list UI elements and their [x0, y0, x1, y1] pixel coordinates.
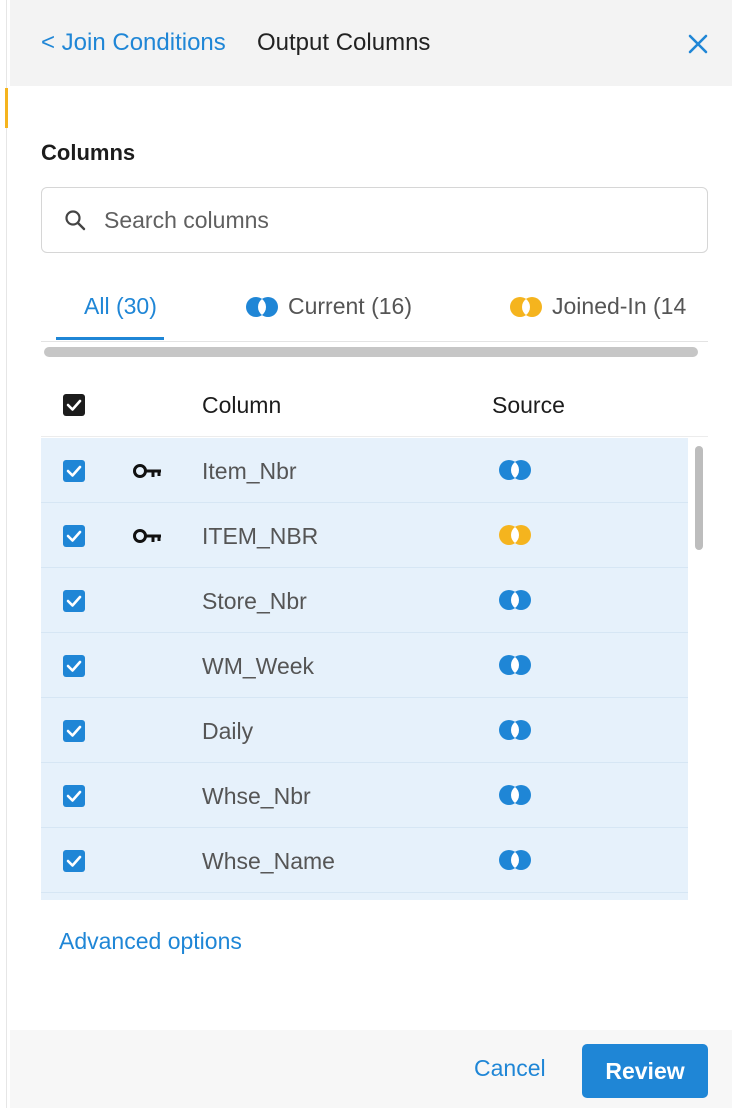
column-header: Column — [202, 392, 282, 418]
current-source-icon — [499, 655, 531, 675]
column-list: Item_Nbr ITEM_NBR Store_Nbr WM_Week Daily Whs… — [41, 438, 688, 900]
checkbox-checked-icon — [63, 785, 85, 807]
search-columns-input[interactable] — [102, 205, 666, 235]
checkbox-checked-icon — [63, 720, 85, 742]
review-button[interactable]: Review — [582, 1044, 708, 1098]
table-row[interactable]: Whse_Nbr — [41, 763, 688, 828]
row-source-indicator — [497, 588, 533, 617]
active-tab-underline — [56, 337, 164, 340]
row-source-indicator — [497, 458, 533, 487]
checkbox-checked-icon — [63, 850, 85, 872]
columns-section-label: Columns — [41, 140, 136, 165]
column-name: Whse_Name — [202, 848, 335, 874]
column-name: ITEM_NBR — [202, 523, 319, 549]
row-checkbox[interactable] — [63, 785, 85, 812]
back-to-join-conditions-link[interactable]: < Join Conditions — [41, 29, 226, 57]
current-source-icon — [499, 850, 531, 870]
search-icon — [65, 210, 86, 231]
row-checkbox[interactable] — [63, 720, 85, 747]
row-checkbox[interactable] — [63, 655, 85, 682]
joined-source-icon — [510, 296, 542, 317]
current-source-icon — [499, 590, 531, 610]
current-source-icon — [499, 720, 531, 740]
output-columns-panel: < Join Conditions Output Columns Columns… — [10, 0, 732, 1108]
current-source-icon — [499, 785, 531, 805]
panel-title: Output Columns — [257, 29, 431, 56]
column-name: Whse_Nbr — [202, 783, 311, 809]
search-box[interactable] — [41, 187, 708, 253]
cancel-button[interactable]: Cancel — [474, 1055, 546, 1082]
row-source-indicator — [497, 523, 533, 552]
row-source-indicator — [497, 653, 533, 682]
tabs-horizontal-scrollbar[interactable] — [44, 347, 698, 357]
row-checkbox[interactable] — [63, 850, 85, 877]
row-checkbox[interactable] — [63, 460, 85, 487]
column-name: Item_Nbr — [202, 458, 297, 484]
key-icon — [133, 529, 161, 543]
table-row[interactable]: Store_Nbr — [41, 568, 688, 633]
tab-all-label: All (30) — [84, 293, 157, 319]
checkbox-checked-icon — [63, 394, 85, 416]
tab-all[interactable]: All (30) — [84, 293, 157, 320]
left-edge — [0, 0, 10, 1108]
tab-joined-in-label: Joined-In (14 — [552, 293, 687, 319]
edge-line — [6, 0, 7, 1108]
source-header: Source — [492, 392, 565, 418]
table-row[interactable]: ITEM_NBR — [41, 503, 688, 568]
source-filter-tabs: All (30) Current (16) Joined-In (14 — [41, 287, 708, 342]
panel-header: < Join Conditions Output Columns — [10, 0, 732, 86]
edge-accent-marker — [5, 88, 8, 128]
table-row[interactable]: Item_Nbr — [41, 438, 688, 503]
column-name: Daily — [202, 718, 254, 744]
list-scroll-thumb[interactable] — [695, 446, 703, 550]
row-source-indicator — [497, 783, 533, 812]
row-checkbox[interactable] — [63, 590, 85, 617]
close-button[interactable] — [684, 30, 712, 58]
advanced-options-link[interactable]: Advanced options — [59, 928, 242, 955]
tab-current[interactable]: Current (16) — [244, 293, 412, 320]
current-source-icon — [499, 460, 531, 480]
table-row[interactable]: WM_Week — [41, 633, 688, 698]
row-source-indicator — [497, 718, 533, 747]
table-header-row: Column Source — [41, 378, 708, 437]
close-icon — [688, 34, 708, 54]
tab-joined-in[interactable]: Joined-In (14 — [508, 293, 686, 320]
checkbox-checked-icon — [63, 590, 85, 612]
current-source-icon — [246, 296, 278, 317]
column-name: WM_Week — [202, 653, 315, 679]
tab-current-label: Current (16) — [288, 293, 412, 319]
column-name: Store_Nbr — [202, 588, 307, 614]
key-icon — [133, 464, 161, 478]
row-source-indicator — [497, 848, 533, 877]
row-checkbox[interactable] — [63, 525, 85, 552]
list-vertical-scrollbar[interactable] — [690, 438, 708, 900]
table-row[interactable]: Daily — [41, 698, 688, 763]
checkbox-checked-icon — [63, 460, 85, 482]
joined-source-icon — [499, 525, 531, 545]
table-row[interactable]: Whse_Name — [41, 828, 688, 893]
checkbox-checked-icon — [63, 525, 85, 547]
panel-footer: Cancel Review — [10, 1030, 732, 1108]
select-all-checkbox[interactable] — [63, 394, 85, 421]
checkbox-checked-icon — [63, 655, 85, 677]
